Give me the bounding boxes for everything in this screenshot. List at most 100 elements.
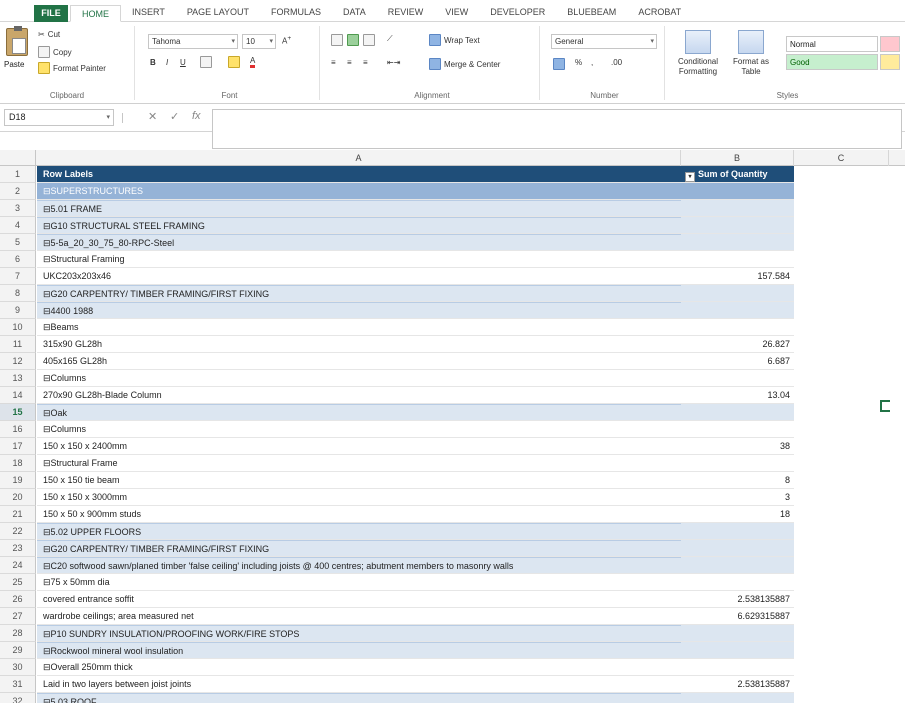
style-bad[interactable] <box>880 36 900 52</box>
quantity-cell[interactable] <box>681 285 794 302</box>
row-number[interactable]: 16 <box>0 421 36 438</box>
row-number[interactable]: 12 <box>0 353 36 370</box>
row-label-cell[interactable]: ⊟Structural Framing <box>37 251 681 268</box>
row-number[interactable]: 11 <box>0 336 36 353</box>
quantity-cell[interactable]: 2.538135887 <box>681 676 794 693</box>
row-label-cell[interactable]: 150 x 150 x 3000mm <box>37 489 681 506</box>
quantity-cell[interactable] <box>681 251 794 268</box>
row-label-cell[interactable]: 405x165 GL28h <box>37 353 681 370</box>
tab-home[interactable]: HOME <box>70 5 121 22</box>
currency-button[interactable] <box>553 58 565 70</box>
enter-icon[interactable]: ✓ <box>170 110 179 123</box>
row-number[interactable]: 23 <box>0 540 36 557</box>
tab-data[interactable]: DATA <box>332 4 377 21</box>
style-good[interactable]: Good <box>786 54 878 70</box>
style-normal[interactable]: Normal <box>786 36 878 52</box>
row-number[interactable]: 17 <box>0 438 36 455</box>
quantity-cell[interactable] <box>681 319 794 336</box>
row-label-cell[interactable]: ⊟Rockwool mineral wool insulation <box>37 642 681 659</box>
grow-font-button[interactable]: A+ <box>282 35 291 46</box>
format-painter-button[interactable]: Format Painter <box>38 62 106 74</box>
row-number[interactable]: 3 <box>0 200 36 217</box>
quantity-cell[interactable] <box>681 302 794 319</box>
row-number[interactable]: 26 <box>0 591 36 608</box>
row-number[interactable]: 19 <box>0 472 36 489</box>
orientation-button[interactable]: ⟋ <box>387 34 393 44</box>
row-number[interactable]: 32 <box>0 693 36 703</box>
quantity-cell[interactable] <box>681 574 794 591</box>
merge-center-button[interactable]: Merge & Center <box>429 58 500 70</box>
quantity-cell[interactable] <box>681 404 794 421</box>
font-color-button[interactable]: A <box>250 56 256 68</box>
row-number[interactable]: 31 <box>0 676 36 693</box>
tab-developer[interactable]: DEVELOPER <box>479 4 556 21</box>
row-label-cell[interactable]: ⊟5.03 ROOF <box>37 693 681 703</box>
align-center-button[interactable]: ≡ <box>347 58 352 67</box>
column-header-c[interactable]: C <box>794 150 889 166</box>
row-label-cell[interactable]: ⊟5-5a_20_30_75_80-RPC-Steel <box>37 234 681 251</box>
quantity-cell[interactable] <box>681 455 794 472</box>
quantity-cell[interactable]: 3 <box>681 489 794 506</box>
quantity-cell[interactable]: 6.629315887 <box>681 608 794 625</box>
row-number[interactable]: 29 <box>0 642 36 659</box>
font-name-select[interactable]: Tahoma ▾ <box>148 34 238 49</box>
quantity-cell[interactable] <box>681 200 794 217</box>
row-label-cell[interactable]: ⊟Beams <box>37 319 681 336</box>
quantity-cell[interactable]: 8 <box>681 472 794 489</box>
row-number[interactable]: 13 <box>0 370 36 387</box>
format-as-table-button[interactable]: Format as Table <box>726 30 776 77</box>
paste-button[interactable]: Paste <box>0 26 34 86</box>
name-box[interactable]: D18 ▾ <box>4 109 114 126</box>
row-number[interactable]: 9 <box>0 302 36 319</box>
row-number[interactable]: 30 <box>0 659 36 676</box>
tab-formulas[interactable]: FORMULAS <box>260 4 332 21</box>
align-bottom-button[interactable] <box>363 34 375 46</box>
quantity-cell[interactable]: 26.827 <box>681 336 794 353</box>
quantity-cell[interactable] <box>681 421 794 438</box>
row-number[interactable]: 1 <box>0 166 36 183</box>
quantity-cell[interactable]: 2.538135887 <box>681 591 794 608</box>
insert-function-icon[interactable]: fx <box>192 110 201 122</box>
quantity-cell[interactable]: 157.584 <box>681 268 794 285</box>
indent-button[interactable]: ⇤⇥ <box>387 58 400 67</box>
quantity-cell[interactable] <box>681 540 794 557</box>
select-all-corner[interactable] <box>0 150 36 166</box>
row-label-cell[interactable]: ⊟SUPERSTRUCTURES <box>37 183 681 200</box>
italic-button[interactable]: I <box>166 58 168 67</box>
quantity-cell[interactable]: 13.04 <box>681 387 794 404</box>
row-label-cell[interactable]: ⊟75 x 50mm dia <box>37 574 681 591</box>
align-left-button[interactable]: ≡ <box>331 58 336 67</box>
row-label-cell[interactable]: 150 x 50 x 900mm studs <box>37 506 681 523</box>
row-number[interactable]: 20 <box>0 489 36 506</box>
row-label-cell[interactable]: ⊟G20 CARPENTRY/ TIMBER FRAMING/FIRST FIX… <box>37 285 681 302</box>
row-number[interactable]: 18 <box>0 455 36 472</box>
tab-page-layout[interactable]: PAGE LAYOUT <box>176 4 260 21</box>
underline-button[interactable]: U <box>180 58 186 67</box>
bold-button[interactable]: B <box>150 58 156 67</box>
row-number[interactable]: 6 <box>0 251 36 268</box>
row-number[interactable]: 15 <box>0 404 36 421</box>
row-label-cell[interactable]: covered entrance soffit <box>37 591 681 608</box>
row-number[interactable]: 8 <box>0 285 36 302</box>
decimal-button[interactable]: .00 <box>611 58 622 67</box>
wrap-text-button[interactable]: Wrap Text <box>429 34 480 46</box>
tab-bluebeam[interactable]: BLUEBEAM <box>556 4 627 21</box>
row-label-cell[interactable]: ⊟G20 CARPENTRY/ TIMBER FRAMING/FIRST FIX… <box>37 540 681 557</box>
quantity-cell[interactable] <box>681 234 794 251</box>
cancel-icon[interactable]: ✕ <box>148 110 157 123</box>
tab-insert[interactable]: INSERT <box>121 4 176 21</box>
row-label-cell[interactable]: 150 x 150 tie beam <box>37 472 681 489</box>
row-label-cell[interactable]: Laid in two layers between joist joints <box>37 676 681 693</box>
quantity-cell[interactable]: 6.687 <box>681 353 794 370</box>
quantity-cell[interactable] <box>681 625 794 642</box>
quantity-cell[interactable] <box>681 557 794 574</box>
row-number[interactable]: 28 <box>0 625 36 642</box>
number-format-select[interactable]: General ▾ <box>551 34 657 49</box>
formula-input[interactable] <box>212 109 902 149</box>
tab-acrobat[interactable]: ACROBAT <box>627 4 692 21</box>
row-number[interactable]: 7 <box>0 268 36 285</box>
row-label-cell[interactable]: ⊟Columns <box>37 421 681 438</box>
row-label-cell[interactable]: ⊟C20 softwood sawn/planed timber 'false … <box>37 557 681 574</box>
row-number[interactable]: 21 <box>0 506 36 523</box>
row-number[interactable]: 5 <box>0 234 36 251</box>
